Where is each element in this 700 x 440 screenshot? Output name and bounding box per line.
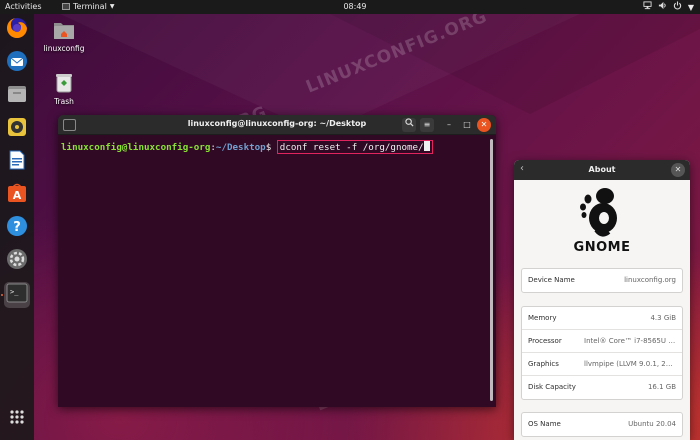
- prompt-user: linuxconfig@linuxconfig-org: [61, 142, 211, 153]
- info-value: 4.3 GiB: [650, 314, 676, 322]
- rhythmbox-icon: [6, 116, 28, 142]
- trash-icon: [42, 73, 86, 95]
- search-icon: [404, 118, 414, 129]
- maximize-button[interactable]: □: [460, 118, 474, 132]
- close-icon: ✕: [674, 165, 682, 174]
- desktop-icon-home[interactable]: linuxconfig: [42, 20, 86, 53]
- network-icon: [643, 1, 652, 13]
- firefox-icon: [6, 17, 28, 43]
- writer-icon: [6, 149, 28, 175]
- wallpaper-shape: [330, 14, 700, 114]
- prompt-symbol: $: [265, 142, 272, 153]
- svg-text:?: ?: [13, 220, 21, 235]
- files-icon: [6, 83, 28, 109]
- info-row-graphics: Graphics llvmpipe (LLVM 9.0.1, 256 bits): [522, 353, 682, 376]
- app-menu-label: Terminal: [73, 2, 107, 11]
- dock: A ? >_: [0, 14, 34, 440]
- gnome-wordmark: GNOME: [573, 240, 631, 255]
- maximize-icon: □: [463, 120, 471, 129]
- desktop-icon-label: Trash: [54, 97, 74, 106]
- info-value: 16.1 GB: [647, 383, 676, 391]
- info-row-os-name: OS Name Ubuntu 20.04: [522, 413, 682, 436]
- power-icon: [673, 1, 682, 13]
- top-bar: Activities Terminal ▼ 08:49 ▼: [0, 0, 700, 14]
- info-key: Disk Capacity: [528, 383, 576, 391]
- scrollbar[interactable]: [490, 139, 493, 401]
- terminal-app-icon: [62, 3, 70, 10]
- dock-item-help[interactable]: ?: [4, 215, 30, 241]
- dock-item-thunderbird[interactable]: [4, 50, 30, 76]
- svg-text:A: A: [13, 189, 22, 202]
- about-header-bar[interactable]: ‹ About ✕: [514, 160, 690, 180]
- hardware-group: Memory 4.3 GiB Processor Intel® Core™ i7…: [521, 306, 683, 400]
- minimize-icon: –: [447, 120, 451, 129]
- hamburger-icon: ≡: [423, 120, 431, 129]
- info-key: Memory: [528, 314, 557, 322]
- close-button[interactable]: ✕: [671, 163, 685, 177]
- os-group: OS Name Ubuntu 20.04: [521, 412, 683, 437]
- dock-item-show-applications[interactable]: [4, 406, 30, 432]
- home-folder-icon: [42, 20, 86, 42]
- info-key: Graphics: [528, 360, 559, 368]
- info-value: llvmpipe (LLVM 9.0.1, 256 bits): [584, 360, 676, 368]
- menu-button[interactable]: ≡: [420, 118, 434, 132]
- info-key: Device Name: [528, 276, 575, 284]
- close-button[interactable]: ✕: [477, 118, 491, 132]
- app-menu[interactable]: Terminal ▼: [62, 2, 114, 11]
- text-cursor: [423, 141, 430, 151]
- terminal-content[interactable]: linuxconfig@linuxconfig-org:~/Desktop$ d…: [58, 135, 496, 159]
- minimize-button[interactable]: –: [442, 118, 456, 132]
- dock-item-rhythmbox[interactable]: [4, 116, 30, 142]
- command-text: dconf reset -f /org/gnome/: [279, 142, 424, 153]
- close-icon: ✕: [480, 120, 488, 129]
- prompt-path: ~/Desktop: [215, 142, 266, 153]
- info-row-device-name[interactable]: Device Name linuxconfig.org: [522, 269, 682, 292]
- info-value: Ubuntu 20.04: [628, 420, 676, 428]
- info-row-processor: Processor Intel® Core™ i7-8565U CPU @ 1.…: [522, 330, 682, 353]
- system-tray[interactable]: ▼: [643, 1, 694, 13]
- volume-icon: [658, 1, 667, 13]
- about-title: About: [588, 165, 616, 174]
- svg-text:>_: >_: [10, 288, 19, 296]
- chevron-down-icon: ▼: [687, 2, 694, 12]
- info-row-memory: Memory 4.3 GiB: [522, 307, 682, 330]
- dock-item-software[interactable]: A: [4, 182, 30, 208]
- desktop-icon-trash[interactable]: Trash: [42, 73, 86, 106]
- about-window[interactable]: ‹ About ✕ GNOME Device Name linuxconfig.…: [514, 160, 690, 440]
- dock-item-files[interactable]: [4, 83, 30, 109]
- search-button[interactable]: [402, 118, 416, 132]
- activities-button[interactable]: Activities: [5, 2, 42, 11]
- info-value: linuxconfig.org: [624, 276, 676, 284]
- info-row-disk-capacity: Disk Capacity 16.1 GB: [522, 376, 682, 399]
- dock-item-writer[interactable]: [4, 149, 30, 175]
- chevron-down-icon: ▼: [109, 3, 115, 10]
- dock-item-settings[interactable]: [4, 248, 30, 274]
- software-icon: A: [6, 182, 28, 208]
- app-grid-icon: [9, 409, 25, 429]
- dock-item-terminal[interactable]: >_: [4, 282, 30, 308]
- info-key: Processor: [528, 337, 562, 345]
- info-value: Intel® Core™ i7-8565U CPU @ 1...: [584, 337, 676, 345]
- device-name-group: Device Name linuxconfig.org: [521, 268, 683, 293]
- dock-item-firefox[interactable]: [4, 17, 30, 43]
- terminal-icon: >_: [6, 283, 28, 307]
- settings-icon: [6, 248, 28, 274]
- thunderbird-icon: [6, 50, 28, 76]
- help-icon: ?: [6, 215, 28, 241]
- command-highlight: dconf reset -f /org/gnome/: [276, 140, 433, 154]
- terminal-window[interactable]: linuxconfig@linuxconfig-org: ~/Desktop ≡…: [58, 115, 496, 407]
- clock[interactable]: 08:49: [340, 2, 370, 11]
- info-key: OS Name: [528, 420, 561, 428]
- running-indicator: [1, 294, 3, 296]
- terminal-header-bar[interactable]: linuxconfig@linuxconfig-org: ~/Desktop ≡…: [58, 115, 496, 135]
- desktop-icon-label: linuxconfig: [43, 44, 85, 53]
